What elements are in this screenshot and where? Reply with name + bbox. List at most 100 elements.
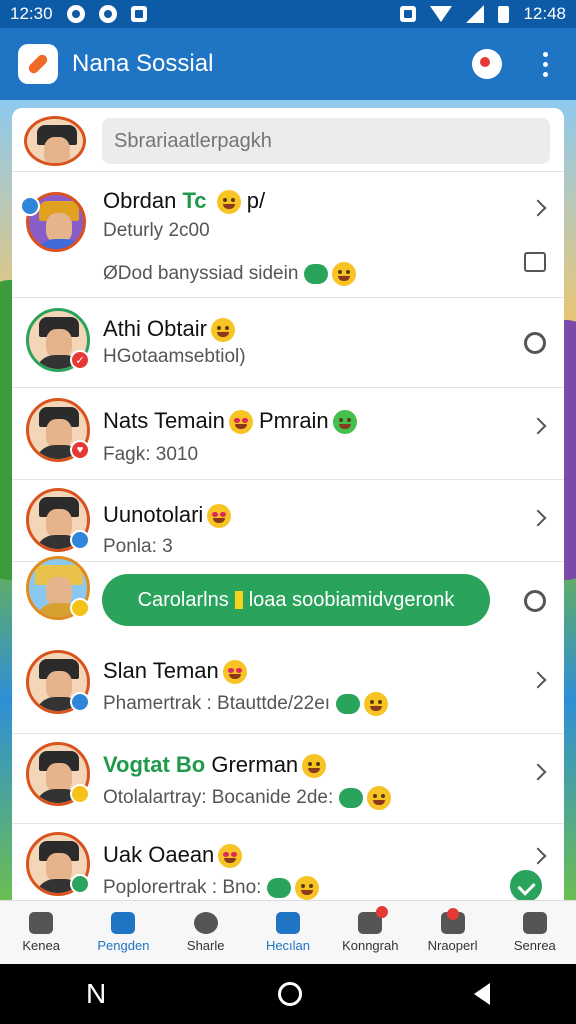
laugh-emoji-icon: [332, 262, 357, 286]
chevron-right-icon[interactable]: [529, 763, 547, 781]
nav-label: Senrea: [513, 938, 556, 953]
heart-eyes-emoji-icon: [228, 410, 253, 435]
highlight-suffix: loaa soobiamidvgeronk: [248, 588, 455, 611]
item-name: Nats Temain Pmrain: [103, 408, 357, 435]
notification-icon: [130, 6, 147, 22]
nav-item-share[interactable]: Sharle: [165, 901, 247, 964]
item-subtitle-text: Poplorertrak : Bno:: [103, 877, 262, 899]
item-name-text: Grerman: [205, 752, 299, 777]
list-item[interactable]: Vogtat Bo Grerman Otolalartray: Bocanide…: [12, 734, 564, 824]
profile-icon: [193, 912, 218, 934]
check-circle-icon[interactable]: [524, 590, 546, 612]
check-fab-icon[interactable]: [508, 868, 544, 904]
status-bar: 12:30 12:48: [0, 0, 576, 28]
verified-badge-icon: ✓: [70, 350, 90, 370]
system-nav-bar: N: [0, 964, 576, 1024]
highlight-pill[interactable]: Carolarlns loaa soobiamidvgeronk: [102, 574, 490, 626]
item-detail: ØDod banyssiad sidein: [103, 262, 357, 286]
nav-label: Kenea: [22, 938, 60, 953]
item-name-text: Slan Teman: [103, 658, 219, 683]
search-icon[interactable]: [472, 49, 502, 79]
home-button-icon[interactable]: [278, 982, 303, 1006]
nav-label: Nraoperl: [427, 938, 478, 953]
smile-emoji-icon: [302, 754, 327, 779]
item-name: Athi Obtair: [103, 316, 235, 343]
chart-icon: [111, 912, 136, 934]
heart-badge-icon: ♥: [70, 440, 90, 460]
emoji-icon: [336, 694, 361, 714]
yellow-mark-icon: [234, 591, 243, 609]
notification-dot-icon: [376, 906, 389, 918]
nav-item-gallery[interactable]: Senrea: [494, 901, 576, 964]
compose-input[interactable]: [102, 118, 550, 164]
recents-icon[interactable]: N: [86, 978, 106, 1010]
nav-label: Konngrah: [342, 938, 399, 953]
notification-icon: [98, 5, 117, 23]
chevron-right-icon[interactable]: [529, 417, 547, 435]
item-name-text: Obrdan: [103, 188, 183, 213]
laugh-emoji-icon: [367, 786, 392, 810]
more-icon[interactable]: [542, 51, 548, 77]
item-subtitle-text: Otolalartray: Bocanide 2de:: [103, 787, 334, 809]
bottom-nav: Kenea Pengden Sharle Hecılan Konngrah Nr…: [0, 900, 576, 964]
list-item[interactable]: Slan Teman Phamertrak : Btauttde/22eı: [12, 644, 564, 734]
list-item[interactable]: ♥ Nats Temain Pmrain Fagk: 3010: [12, 388, 564, 480]
avatar[interactable]: [24, 116, 86, 166]
nav-item-home[interactable]: Kenea: [0, 901, 82, 964]
item-name-accent: Tc: [182, 188, 207, 213]
item-subtitle: Otolalartray: Bocanide 2de:: [103, 786, 392, 810]
nav-label: Pengden: [97, 938, 150, 953]
smile-emoji-icon: [216, 190, 241, 215]
laugh-emoji-icon: [295, 876, 320, 900]
chevron-right-icon[interactable]: [529, 847, 547, 865]
list-item-highlighted[interactable]: Carolarlns loaa soobiamidvgeronk: [12, 556, 564, 644]
list-item[interactable]: ✓ Athi Obtair HGotaamsebtiol): [12, 298, 564, 388]
item-name: Uak Oaean: [103, 842, 243, 869]
list-item[interactable]: Uak Oaean Poplorertrak : Bno:: [12, 824, 564, 908]
item-subtitle: Ponla: 3: [103, 536, 173, 557]
notification-icon: [66, 5, 85, 23]
list-item[interactable]: Uunotolari Ponla: 3: [12, 480, 564, 562]
smile-emoji-icon: [222, 660, 247, 685]
item-name: Obrdan Tc p/: [103, 188, 266, 215]
item-name: Vogtat Bo Grerman: [103, 752, 327, 779]
item-name-text: Nats Temain: [103, 408, 225, 433]
item-subtitle: HGotaamsebtiol): [103, 346, 246, 367]
badge-icon: [20, 196, 40, 216]
item-name: Slan Teman: [103, 658, 247, 685]
bookmark-icon[interactable]: [524, 252, 546, 272]
emoji-icon: [304, 264, 329, 284]
item-name-text: Athi Obtair: [103, 316, 207, 341]
list-item[interactable]: Obrdan Tc p/ Deturly 2c00 ØDod banyssiad…: [12, 172, 564, 298]
item-name-text: Uak Oaean: [103, 842, 215, 867]
home-icon: [29, 912, 54, 934]
item-detail-text: ØDod banyssiad sidein: [103, 263, 299, 285]
emoji-icon: [267, 878, 292, 898]
item-name: Uunotolari: [103, 502, 232, 529]
nav-item-messages[interactable]: Konngrah: [329, 901, 411, 964]
wifi-icon: [430, 6, 453, 22]
nav-item-profile[interactable]: Nraoperl: [411, 901, 493, 964]
status-clock: 12:48: [523, 4, 566, 23]
chevron-right-icon[interactable]: [529, 199, 547, 217]
nav-label: Hecılan: [265, 938, 311, 953]
feed-card: Obrdan Tc p/ Deturly 2c00 ØDod banyssiad…: [12, 108, 564, 908]
badge-icon: [70, 530, 90, 550]
chevron-right-icon[interactable]: [529, 509, 547, 527]
back-icon[interactable]: [474, 983, 491, 1005]
signal-icon: [466, 5, 485, 23]
nav-item-pengden[interactable]: Pengden: [82, 901, 164, 964]
chevron-right-icon[interactable]: [529, 671, 547, 689]
nav-label: Sharle: [186, 938, 225, 953]
green-emoji-icon: [332, 410, 357, 435]
laugh-emoji-icon: [364, 692, 389, 716]
item-name-accent: Vogtat Bo: [103, 752, 206, 777]
refresh-icon[interactable]: [524, 332, 546, 354]
item-name-text: Uunotolari: [103, 502, 204, 527]
item-subtitle: Phamertrak : Btauttde/22eı: [103, 692, 389, 716]
app-title: Nana Sossial: [72, 50, 214, 77]
app-logo-icon: [18, 44, 58, 84]
badge-icon: [70, 784, 90, 804]
nav-item-hecilan[interactable]: Hecılan: [247, 901, 329, 964]
item-name-suffix: p/: [240, 188, 266, 213]
